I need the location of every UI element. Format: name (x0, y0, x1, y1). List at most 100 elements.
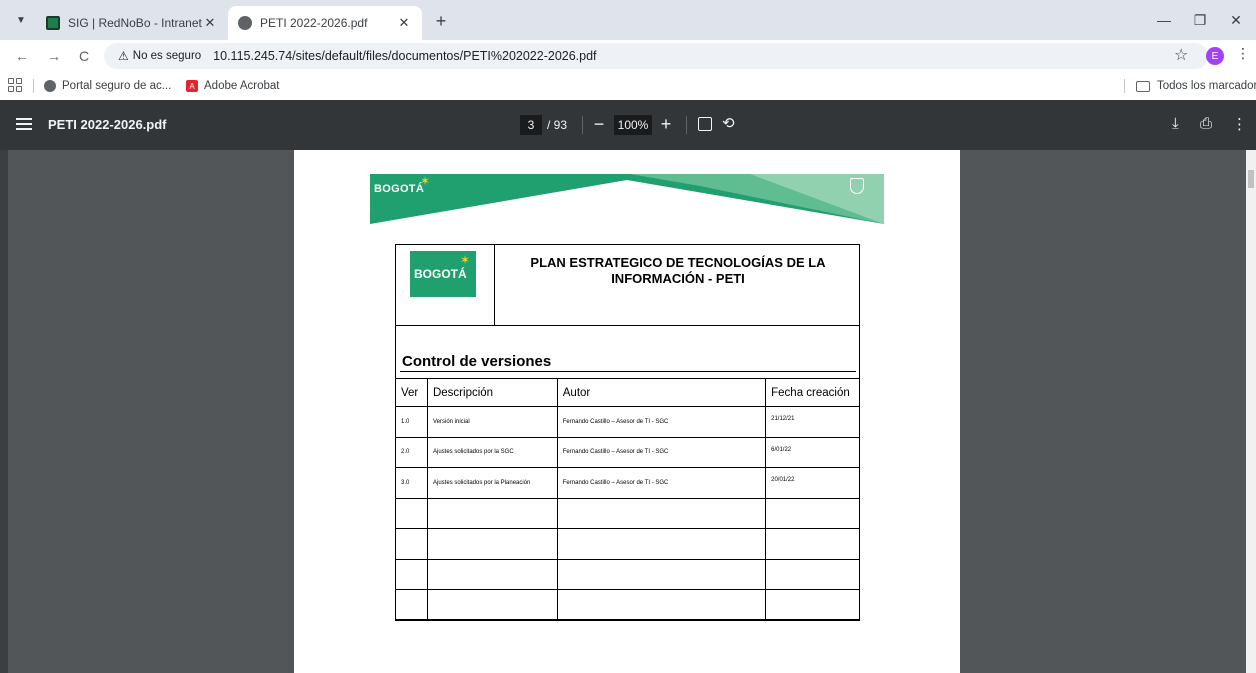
cell-descripcion (426, 528, 558, 560)
globe-favicon-icon (238, 16, 252, 30)
sig-favicon-icon (46, 16, 60, 30)
pdf-file-name: PETI 2022-2026.pdf (48, 117, 167, 132)
toolbar-divider (582, 116, 583, 134)
cell-descripcion (426, 589, 558, 621)
cell-ver: 3.0 (395, 467, 428, 499)
zoom-in-icon[interactable]: + (655, 113, 677, 135)
bogota-shield-icon (850, 178, 864, 194)
download-icon[interactable]: ⤓ (1172, 115, 1179, 132)
table-row (395, 589, 860, 621)
globe-icon (44, 80, 56, 92)
restore-icon[interactable]: ❐ (1186, 8, 1214, 32)
print-icon[interactable]: ⎙ (1200, 115, 1212, 132)
table-row: 3.0 Ajustes solicitados por la Planeación… (395, 467, 860, 499)
back-arrow-icon[interactable]: ← (10, 44, 34, 68)
bookmarks-bar: Portal seguro de ac... A Adobe Acrobat T… (0, 72, 1256, 100)
minimize-icon[interactable]: — (1150, 8, 1178, 32)
zoom-out-icon[interactable]: − (588, 113, 610, 135)
close-tab-icon[interactable]: ✕ (396, 15, 412, 31)
cell-fecha: 6/01/22 (765, 436, 860, 468)
cell-fecha (765, 558, 860, 590)
cell-fecha (765, 528, 860, 560)
profile-avatar[interactable]: E (1206, 47, 1224, 65)
title-line-2: INFORMACIÓN - PETI (611, 271, 745, 286)
tab-search-chevron-icon[interactable]: ▼ (10, 9, 32, 31)
cell-descripcion: Versión inicial (426, 406, 558, 438)
fit-to-page-icon[interactable] (698, 117, 712, 131)
table-row: 2.0 Ajustes solicitados por la SGC Fernand… (395, 436, 860, 468)
bookmark-star-icon[interactable]: ☆ (1174, 45, 1188, 65)
document-frame: BOGOTÁ ✶ PLAN ESTRATEGICO DE TECNOLOGÍAS… (395, 244, 860, 621)
viewer-left-edge (0, 150, 8, 673)
bookmark-label: Adobe Acrobat (204, 80, 280, 92)
security-label: No es seguro (132, 50, 202, 62)
table-row (395, 528, 860, 560)
document-header: BOGOTÁ ✶ PLAN ESTRATEGICO DE TECNOLOGÍAS… (396, 245, 859, 326)
close-window-icon[interactable]: ✕ (1222, 8, 1250, 32)
page-total: / 93 (547, 118, 568, 132)
new-tab-plus-icon[interactable]: + (430, 10, 452, 32)
table-row (395, 558, 860, 590)
cell-fecha: 21/12/21 (765, 406, 860, 438)
banner-bogota-logo: BOGOTÁ (374, 183, 425, 195)
security-chip[interactable]: ⚠ No es seguro (112, 46, 207, 66)
page-number-input[interactable]: 3 (520, 115, 542, 135)
cell-autor (556, 589, 767, 621)
bookmark-portal-seguro[interactable]: Portal seguro de ac... (44, 77, 171, 95)
pdf-page: BOGOTÁ ✶ BOGOTÁ ✶ PLAN ESTRATEGICO DE TE… (294, 150, 960, 673)
bookmarks-divider (1124, 79, 1125, 93)
cell-descripcion: Ajustes solicitados por la Planeación (426, 467, 558, 499)
address-bar[interactable]: ⚠ No es seguro 10.115.245.74/sites/defau… (104, 43, 1208, 69)
document-title: PLAN ESTRATEGICO DE TECNOLOGÍAS DE LA IN… (508, 255, 848, 287)
cell-descripcion: Ajustes solicitados por la SGC (426, 436, 558, 468)
cell-autor: Fernando Castillo – Asesor de TI - SGC (556, 406, 767, 438)
cell-autor (556, 497, 767, 529)
folder-icon (1136, 80, 1150, 92)
scrollbar-thumb[interactable] (1248, 170, 1254, 188)
cell-descripcion (426, 497, 558, 529)
tab-sig-intranet[interactable]: SIG | RedNoBo - Intranet ✕ (36, 6, 228, 40)
cell-ver: 2.0 (395, 436, 428, 468)
cell-fecha: 20/01/22 (765, 467, 860, 499)
cell-ver (395, 528, 428, 560)
col-header-autor: Autor (556, 378, 767, 407)
pdf-menu-icon[interactable] (16, 116, 32, 132)
warning-triangle-icon: ⚠ (118, 49, 129, 63)
reload-icon[interactable]: C (72, 44, 96, 68)
table-header-row: Ver Descripción Autor Fecha creación (395, 378, 860, 407)
cell-autor (556, 558, 767, 590)
cell-ver (395, 558, 428, 590)
rotate-icon[interactable]: ⟲ (722, 114, 735, 132)
forward-arrow-icon[interactable]: → (42, 44, 66, 68)
close-tab-icon[interactable]: ✕ (202, 15, 218, 31)
cell-autor: Fernando Castillo – Asesor de TI - SGC (556, 467, 767, 499)
section-underline (400, 371, 856, 372)
vertical-scrollbar[interactable] (1246, 150, 1256, 673)
toolbar-divider (686, 116, 687, 134)
acrobat-icon: A (186, 80, 198, 92)
table-row (395, 497, 860, 529)
logo-text: BOGOTÁ (414, 267, 467, 281)
pdf-toolbar: PETI 2022-2026.pdf 3 / 93 − 100% + ⟲ ⤓ ⎙… (0, 100, 1256, 150)
table-row: 1.0 Versión inicial Fernando Castillo – As… (395, 406, 860, 438)
browser-menu-icon[interactable]: ⋮ (1236, 45, 1250, 62)
all-bookmarks-folder[interactable]: Todos los marcadores (1136, 77, 1256, 95)
versions-table: Ver Descripción Autor Fecha creación 1.0… (395, 378, 860, 621)
tab-title: SIG | RedNoBo - Intranet (68, 16, 202, 30)
title-line-1: PLAN ESTRATEGICO DE TECNOLOGÍAS DE LA (530, 255, 826, 270)
url-text[interactable]: 10.115.245.74/sites/default/files/docume… (213, 49, 596, 63)
zoom-level-input[interactable]: 100% (614, 115, 652, 135)
cell-fecha (765, 589, 860, 621)
col-header-ver: Ver (395, 378, 428, 407)
logo-star-icon: ✶ (460, 253, 471, 267)
cell-autor: Fernando Castillo – Asesor de TI - SGC (556, 436, 767, 468)
apps-grid-icon[interactable] (8, 78, 22, 92)
all-bookmarks-label: Todos los marcadores (1157, 80, 1256, 92)
cell-descripcion (426, 558, 558, 590)
pdf-more-icon[interactable]: ⋮ (1232, 115, 1247, 133)
bookmark-label: Portal seguro de ac... (62, 80, 172, 92)
col-header-fecha: Fecha creación (765, 378, 860, 407)
bookmark-adobe-acrobat[interactable]: A Adobe Acrobat (186, 77, 279, 95)
tab-peti-pdf[interactable]: PETI 2022-2026.pdf ✕ (228, 6, 422, 40)
cell-fecha (765, 497, 860, 529)
